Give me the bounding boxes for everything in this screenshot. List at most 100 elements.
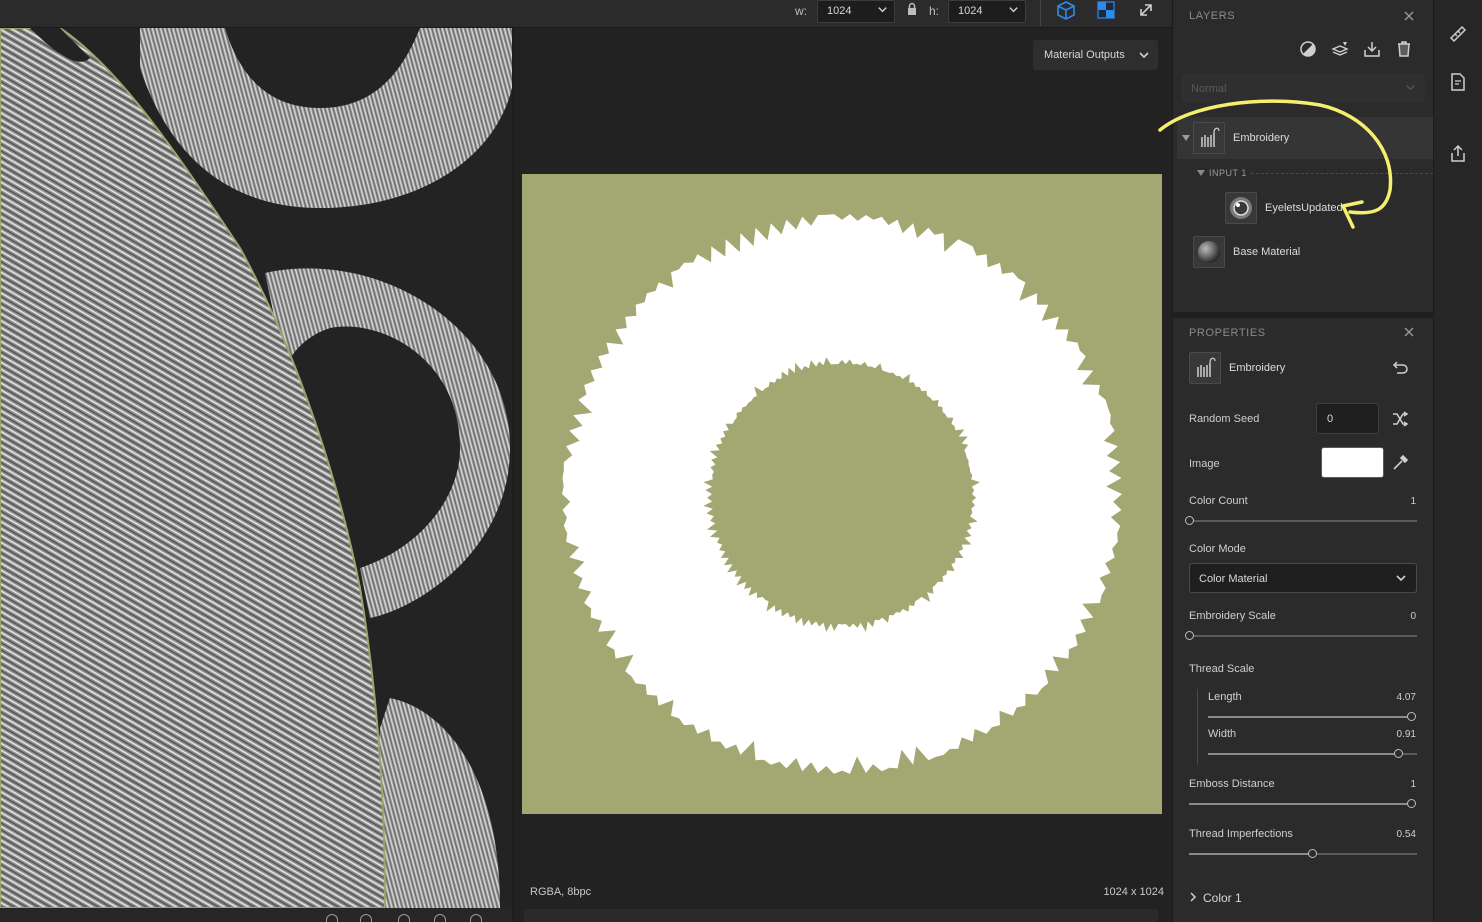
layer-embroidery[interactable]: Embroidery xyxy=(1177,117,1433,159)
grid-icon[interactable] xyxy=(360,914,372,922)
input-label: INPUT 1 xyxy=(1209,168,1247,178)
layer-base-material[interactable]: Base Material xyxy=(1177,231,1433,273)
settings-icon[interactable] xyxy=(470,914,482,922)
camera-icon[interactable] xyxy=(326,914,338,922)
mask-icon[interactable] xyxy=(1299,40,1317,58)
color-1-section[interactable]: Color 1 xyxy=(1189,891,1242,905)
slider-handle[interactable] xyxy=(1185,516,1194,525)
random-seed-input[interactable]: 0 xyxy=(1316,403,1379,434)
chevron-down-icon xyxy=(1139,52,1149,59)
thread-imperfections-slider[interactable] xyxy=(1189,849,1417,858)
slider-handle[interactable] xyxy=(1407,799,1416,808)
document-edit-icon[interactable] xyxy=(1448,72,1468,92)
ring-shape xyxy=(562,214,1122,774)
thread-imperfections-label: Thread Imperfections xyxy=(1189,828,1293,840)
2d-canvas-preview xyxy=(522,174,1162,814)
size-info: 1024 x 1024 xyxy=(1103,886,1164,898)
close-icon[interactable] xyxy=(1402,9,1416,23)
horizontal-scrollbar[interactable] xyxy=(524,909,1158,922)
emboss-distance-label: Emboss Distance xyxy=(1189,778,1275,790)
thread-scale-label: Thread Scale xyxy=(1189,663,1255,675)
width-value: 0.91 xyxy=(1396,729,1416,740)
layer-name: Base Material xyxy=(1233,246,1301,258)
side-toolbar xyxy=(1433,0,1482,922)
3d-viewport[interactable] xyxy=(0,28,512,908)
image-label: Image xyxy=(1189,458,1220,470)
embroidery-icon xyxy=(1193,122,1225,154)
thread-scale-group-line xyxy=(1197,689,1198,765)
right-panel: LAYERS Normal Embroidery INPUT 1 Eyelets… xyxy=(1172,0,1434,922)
chevron-down-icon xyxy=(1406,85,1415,91)
slider-handle[interactable] xyxy=(1185,631,1194,640)
length-label: Length xyxy=(1208,691,1242,703)
image-color-swatch[interactable] xyxy=(1321,447,1384,478)
slider-fill xyxy=(1189,853,1313,855)
reset-icon[interactable] xyxy=(1391,360,1409,376)
slider-handle[interactable] xyxy=(1407,712,1416,721)
lock-icon[interactable] xyxy=(905,2,919,16)
width-label: w: xyxy=(795,4,807,18)
thread-imperfections-value: 0.54 xyxy=(1396,829,1416,840)
material-outputs-label: Material Outputs xyxy=(1044,49,1125,61)
properties-title: PROPERTIES xyxy=(1189,327,1266,339)
height-select[interactable]: 1024 xyxy=(948,0,1026,23)
slider-fill xyxy=(1208,753,1399,755)
embroidery-scale-label: Embroidery Scale xyxy=(1189,610,1276,622)
embroidery-scale-value: 0 xyxy=(1410,611,1416,622)
checker-view-icon[interactable] xyxy=(1095,0,1117,22)
layer-eyelets[interactable]: EyeletsUpdated xyxy=(1177,187,1433,229)
export-icon[interactable] xyxy=(1363,40,1381,58)
2d-viewport[interactable]: Material Outputs RGBA, 8bpc 1024 x 1024 xyxy=(514,28,1172,922)
width-select[interactable]: 1024 xyxy=(817,0,895,23)
expand-arrow-icon[interactable] xyxy=(1182,135,1190,141)
sphere-icon xyxy=(1225,192,1257,224)
share-icon[interactable] xyxy=(1448,144,1468,164)
eyedropper-icon[interactable] xyxy=(1391,454,1409,472)
properties-layer-name: Embroidery xyxy=(1229,362,1286,374)
length-slider[interactable] xyxy=(1208,712,1416,721)
toolbar-divider xyxy=(1040,0,1041,26)
light-icon[interactable] xyxy=(398,914,410,922)
emboss-distance-slider[interactable] xyxy=(1189,799,1416,808)
expand-icon[interactable] xyxy=(1136,0,1158,22)
chevron-down-icon xyxy=(1009,7,1018,13)
random-seed-value: 0 xyxy=(1327,413,1334,425)
add-fill-layer-icon[interactable] xyxy=(1331,40,1349,58)
slider-fill xyxy=(1189,803,1411,805)
color-mode-select[interactable]: Color Material xyxy=(1189,563,1417,593)
viewport-3d-footer xyxy=(0,908,512,922)
top-toolbar: w: 1024 h: 1024 xyxy=(0,0,1172,28)
blend-mode-value: Normal xyxy=(1191,83,1227,95)
ruler-icon[interactable] xyxy=(1448,24,1468,44)
height-label: h: xyxy=(929,4,940,18)
layers-title: LAYERS xyxy=(1189,10,1236,22)
chevron-down-icon xyxy=(878,7,887,13)
embroidery-scale-slider[interactable] xyxy=(1185,631,1417,640)
emboss-distance-value: 1 xyxy=(1410,779,1416,790)
height-value: 1024 xyxy=(958,5,983,17)
blend-mode-select[interactable]: Normal xyxy=(1181,74,1425,102)
width-value: 1024 xyxy=(827,5,852,17)
width-slider[interactable] xyxy=(1208,749,1417,758)
color-mode-value: Color Material xyxy=(1199,573,1268,585)
chevron-right-icon xyxy=(1190,892,1197,902)
color-count-value: 1 xyxy=(1410,496,1416,507)
random-seed-label: Random Seed xyxy=(1189,413,1260,425)
input-divider xyxy=(1251,173,1433,174)
material-outputs-button[interactable]: Material Outputs xyxy=(1033,40,1158,70)
sphere-icon xyxy=(1193,236,1225,268)
color-1-label: Color 1 xyxy=(1203,891,1242,905)
expand-arrow-icon[interactable] xyxy=(1197,170,1205,176)
length-value: 4.07 xyxy=(1396,692,1416,703)
trash-icon[interactable] xyxy=(1395,40,1413,58)
embroidery-3d-render xyxy=(0,28,512,908)
close-icon[interactable] xyxy=(1402,325,1416,339)
environment-icon[interactable] xyxy=(434,914,446,922)
color-mode-label: Color Mode xyxy=(1189,543,1246,555)
cube-view-icon[interactable] xyxy=(1055,0,1077,22)
format-info: RGBA, 8bpc xyxy=(530,886,592,898)
color-count-slider[interactable] xyxy=(1185,516,1417,525)
width-label: Width xyxy=(1208,728,1237,740)
embroidery-icon xyxy=(1189,352,1221,384)
shuffle-icon[interactable] xyxy=(1391,410,1409,428)
